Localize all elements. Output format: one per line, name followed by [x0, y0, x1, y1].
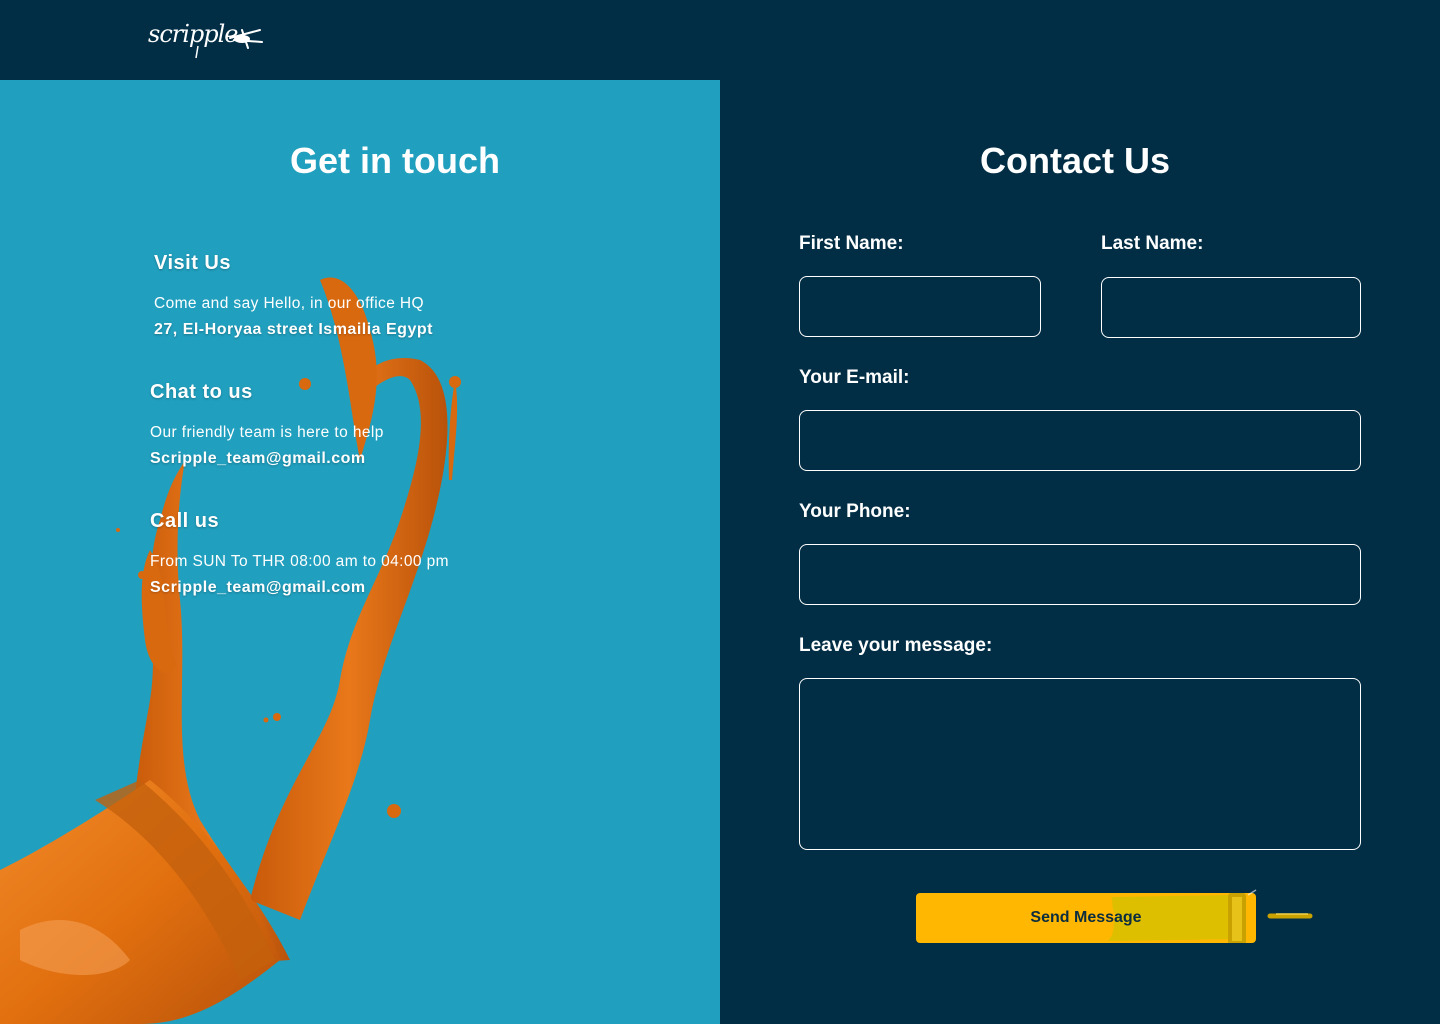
get-in-touch-title: Get in touch: [290, 140, 500, 181]
call-us-hours: From SUN To THR 08:00 am to 04:00 pm: [150, 553, 449, 570]
chat-email-link[interactable]: Scripple_team@gmail.com: [150, 450, 384, 468]
phone-field[interactable]: [799, 544, 1361, 605]
get-in-touch-panel: Get in touch Visit Us Come and say Hello…: [0, 80, 720, 1024]
last-name-label: Last Name:: [1101, 233, 1204, 254]
visit-us-text: Come and say Hello, in our office HQ: [154, 295, 424, 312]
last-name-field[interactable]: [1101, 277, 1361, 338]
contact-us-title: Contact Us: [979, 140, 1171, 181]
first-name-label: First Name:: [799, 233, 904, 254]
visit-us-title: Visit Us: [154, 252, 231, 274]
email-label: Your E-mail:: [799, 367, 910, 388]
chat-to-us-title: Chat to us: [150, 381, 253, 403]
send-message-button[interactable]: Send Message: [916, 893, 1256, 943]
paint-roller-icon: [195, 29, 263, 59]
send-message-label: Send Message: [1030, 909, 1142, 926]
phone-label: Your Phone:: [799, 501, 911, 522]
top-header: scripple: [0, 0, 1440, 80]
scripple-logo[interactable]: scripple: [148, 16, 266, 62]
call-us-title: Call us: [150, 510, 220, 532]
message-textarea[interactable]: [799, 678, 1361, 850]
call-us-block: Call us From SUN To THR 08:00 am to 04:0…: [150, 510, 449, 597]
first-name-field[interactable]: [799, 276, 1041, 337]
email-field[interactable]: [799, 410, 1361, 471]
call-email-link[interactable]: Scripple_team@gmail.com: [150, 579, 449, 597]
message-label: Leave your message:: [799, 635, 993, 656]
send-button-wrapper: Send Message: [916, 888, 1316, 948]
office-address: 27, El-Horyaa street Ismailia Egypt: [154, 321, 433, 338]
chat-to-us-text: Our friendly team is here to help: [150, 424, 384, 441]
visit-us-block: Visit Us Come and say Hello, in our offi…: [154, 252, 433, 339]
chat-to-us-block: Chat to us Our friendly team is here to …: [150, 381, 384, 468]
